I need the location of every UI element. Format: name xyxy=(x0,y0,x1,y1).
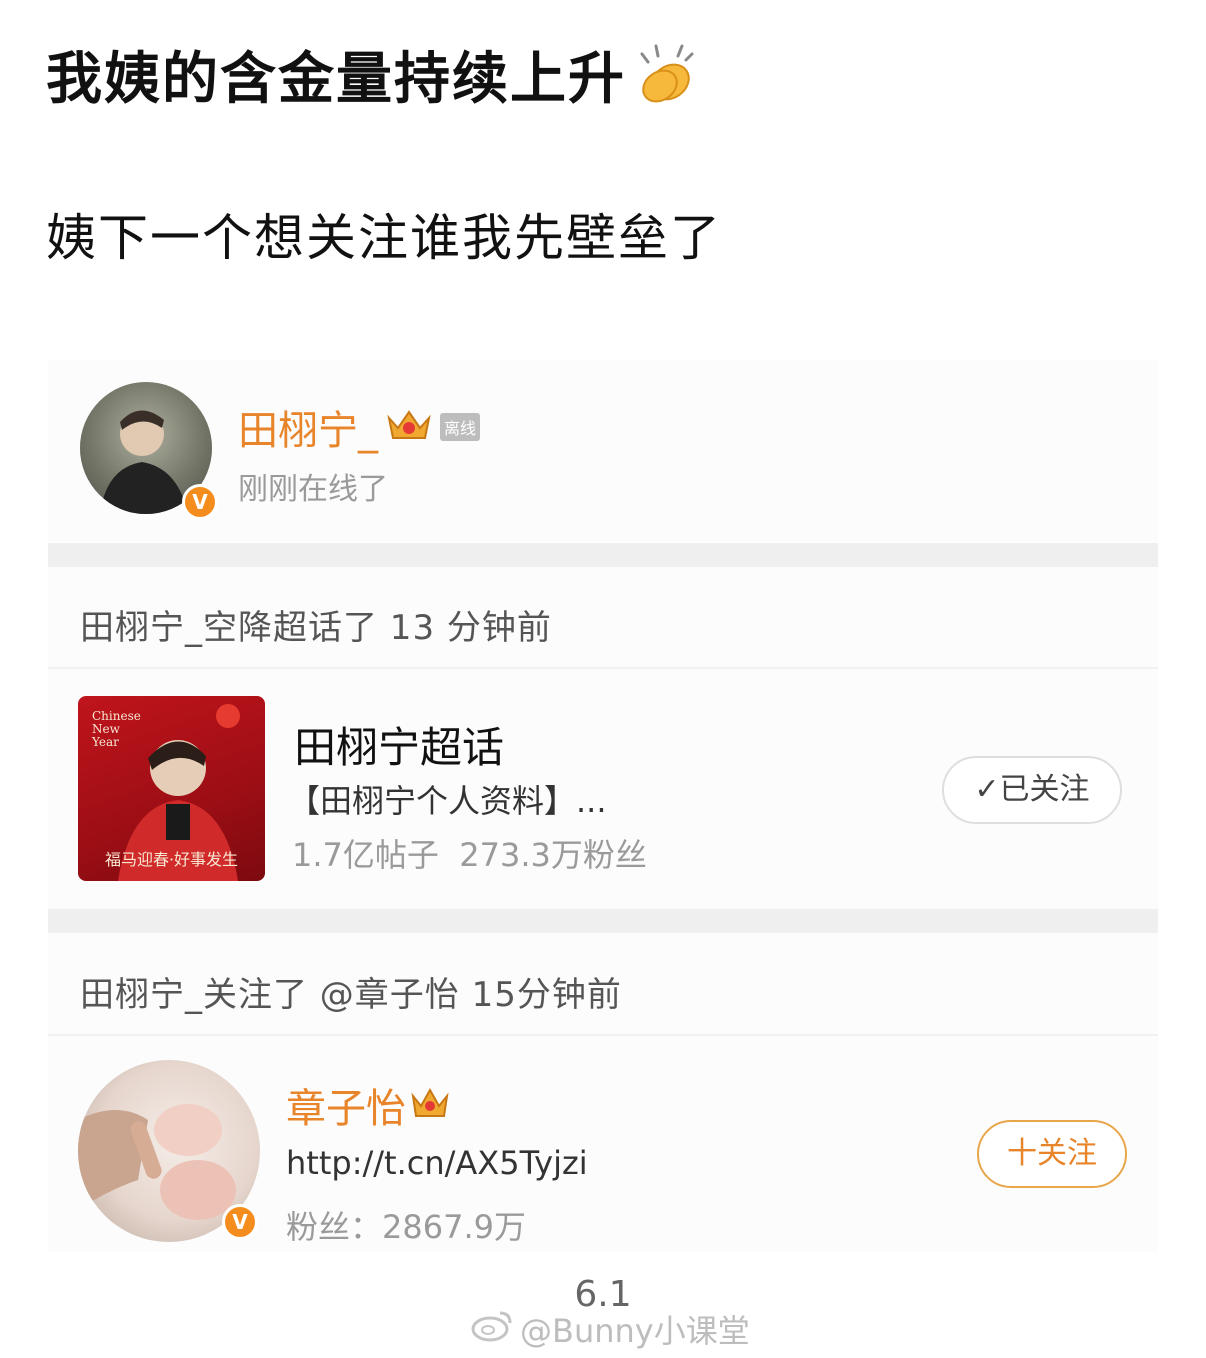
activity-text: 田栩宁_空降超话了 13 分钟前 xyxy=(80,608,552,648)
profile-name[interactable]: 田栩宁_ xyxy=(238,398,378,456)
user-name[interactable]: 章子怡 xyxy=(286,1076,406,1134)
supertopic-desc: 【田栩宁个人资料】... xyxy=(288,782,607,820)
user-fans: 粉丝：2867.9万 xyxy=(286,1208,526,1246)
watermark: @Bunny小课堂 xyxy=(470,1306,750,1352)
verified-badge-icon: V xyxy=(222,1204,258,1240)
online-status: 刚刚在线了 xyxy=(238,472,388,507)
supertopic-cover-bottom-text: 福马迎春·好事发生 xyxy=(104,850,239,869)
user-name-row: 章子怡 xyxy=(286,1076,450,1134)
followed-button[interactable]: ✓已关注 xyxy=(942,756,1122,824)
weibo-logo-icon xyxy=(470,1307,514,1351)
supertopic-cover-top-text: Chinese New Year xyxy=(92,709,141,749)
profile-name-row: 田栩宁_ 离线 xyxy=(238,398,481,456)
clapping-hands-icon xyxy=(630,40,700,110)
crown-icon xyxy=(386,406,432,448)
status-badge: 离线 xyxy=(440,413,481,441)
profile-card[interactable] xyxy=(48,360,1158,542)
follow-button[interactable]: 十关注 xyxy=(977,1120,1127,1188)
post-subtitle: 姨下一个想关注谁我先壁垒了 xyxy=(46,209,722,267)
activity-text: 田栩宁_关注了 @章子怡 15分钟前 xyxy=(80,975,622,1015)
watermark-text: @Bunny小课堂 xyxy=(520,1312,750,1350)
post-title-text: 我姨的含金量持续上升 xyxy=(46,47,626,112)
user-url[interactable]: http://t.cn/AX5Tyjzi xyxy=(286,1144,588,1182)
post-title: 我姨的含金量持续上升 xyxy=(46,34,700,115)
divider xyxy=(48,909,1158,933)
divider xyxy=(48,543,1158,567)
verified-badge-icon: V xyxy=(182,484,218,520)
crown-icon xyxy=(410,1084,450,1126)
supertopic-stats: 1.7亿帖子 273.3万粉丝 xyxy=(292,836,647,874)
supertopic-title[interactable]: 田栩宁超话 xyxy=(294,714,504,775)
supertopic-cover[interactable]: Chinese New Year 福马迎春·好事发生 xyxy=(78,696,265,881)
